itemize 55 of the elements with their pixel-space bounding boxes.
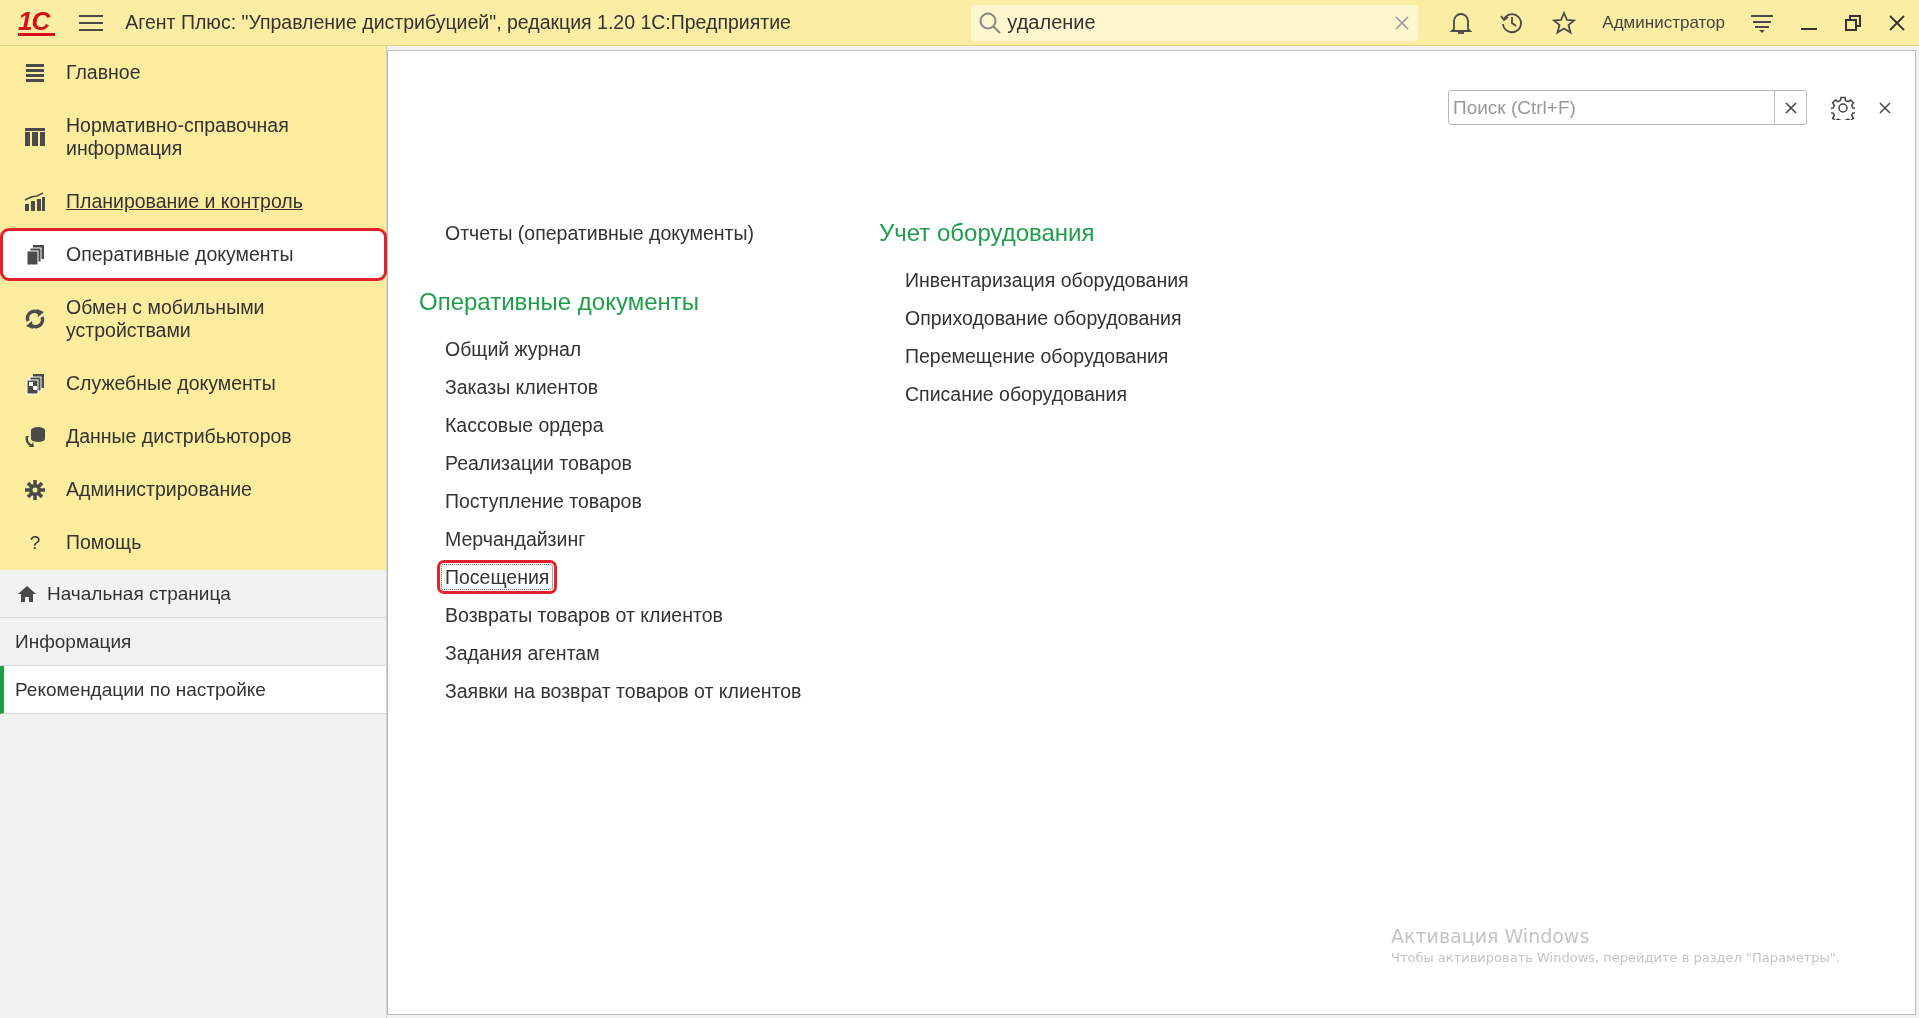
star-icon[interactable] xyxy=(1552,10,1577,35)
command-link[interactable]: Общий журнал xyxy=(437,332,590,366)
sync-icon xyxy=(24,308,46,330)
command-link[interactable]: Заказы клиентов xyxy=(437,370,607,404)
settings-icon xyxy=(24,478,46,501)
command-link[interactable]: Посещения xyxy=(437,560,558,594)
columns-icon xyxy=(24,126,46,148)
command-link[interactable]: Заявки на возврат товаров от клиентов xyxy=(437,674,810,708)
bar-chart-icon xyxy=(24,190,46,213)
command-link[interactable]: Инвентаризация оборудования xyxy=(897,263,1197,297)
window-title: Агент Плюс: "Управление дистрибуцией", редакция 1.20 1С:Предприятие xyxy=(125,11,791,34)
section-item[interactable]: Нормативно-справочная информация xyxy=(0,99,387,175)
group-heading: Учет оборудования xyxy=(879,218,1096,248)
help-icon: ? xyxy=(24,531,46,554)
user-name[interactable]: Администратор xyxy=(1602,12,1725,33)
page-tab[interactable]: Рекомендации по настройке xyxy=(0,666,386,714)
documents-icon xyxy=(24,372,46,395)
command-link[interactable]: Кассовые ордера xyxy=(437,408,612,442)
history-icon[interactable] xyxy=(1500,10,1525,35)
section-item[interactable]: Планирование и контроль xyxy=(0,175,387,228)
settings-icon[interactable] xyxy=(1831,95,1855,120)
home-icon xyxy=(17,584,37,603)
page-tab[interactable]: Начальная страница xyxy=(0,570,386,618)
command-link[interactable]: Поступление товаров xyxy=(437,484,650,518)
command-link[interactable]: Списание оборудования xyxy=(897,377,1136,411)
section-item[interactable]: Служебные документы xyxy=(0,357,387,410)
activation-title: Активация Windows xyxy=(1391,925,1591,947)
close-icon[interactable] xyxy=(1889,14,1905,31)
section-item[interactable]: Обмен с мобильными устройствами xyxy=(0,281,387,357)
command-link[interactable]: Реализации товаров xyxy=(437,446,640,480)
bell-icon[interactable] xyxy=(1450,10,1473,35)
app-logo: 1С xyxy=(18,9,56,36)
database-sync-icon xyxy=(24,425,46,448)
command-link[interactable]: Отчеты (оперативные документы) xyxy=(437,216,763,250)
command-link[interactable]: Задания агентам xyxy=(437,636,608,670)
section-item[interactable]: Оперативные документы xyxy=(0,228,387,281)
search-field[interactable]: Поиск (Ctrl+F) xyxy=(1448,90,1807,125)
section-item[interactable]: Данные дистрибьюторов xyxy=(0,410,387,463)
documents-icon xyxy=(24,243,46,266)
search-field[interactable]: удаление xyxy=(971,4,1419,41)
activation-message: Чтобы активировать Windows, перейдите в раздел "Параметры". xyxy=(1391,950,1840,965)
list-icon xyxy=(24,61,46,84)
group-heading: Оперативные документы xyxy=(419,287,701,317)
command-link[interactable]: Возвраты товаров от клиентов xyxy=(437,598,731,632)
command-link[interactable]: Мерчандайзинг xyxy=(437,522,594,556)
clear-icon[interactable] xyxy=(1784,101,1797,114)
section-item[interactable]: ? Помощь xyxy=(0,516,387,569)
restore-icon[interactable] xyxy=(1845,14,1861,31)
menu-icon[interactable] xyxy=(79,12,104,33)
section-item[interactable]: Администрирование xyxy=(0,463,387,516)
command-link[interactable]: Оприходование оборудования xyxy=(897,301,1190,335)
section-item[interactable]: Главное xyxy=(0,46,387,99)
search-icon xyxy=(978,10,1003,35)
close-icon[interactable] xyxy=(1879,101,1891,114)
command-link[interactable]: Перемещение оборудования xyxy=(897,339,1177,373)
